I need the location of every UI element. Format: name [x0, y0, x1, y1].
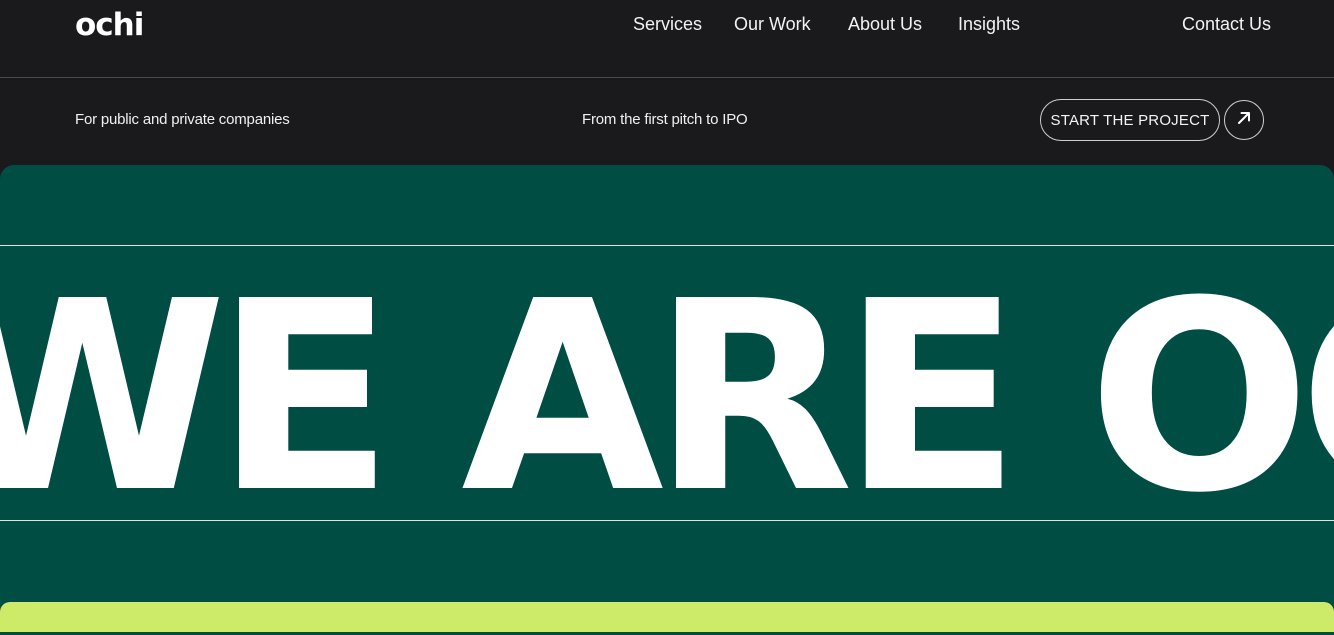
marquee-text: WE ARE OCHI: [0, 245, 1334, 550]
marquee-bottom-divider: [0, 520, 1334, 521]
nav-link-insights[interactable]: Insights: [958, 13, 1020, 35]
ochi-logo[interactable]: ochi: [75, 8, 144, 42]
next-section-edge: [0, 602, 1334, 632]
nav-link-about-us[interactable]: About Us: [848, 13, 922, 35]
start-project-button[interactable]: START THE PROJECT: [1040, 99, 1220, 141]
nav-link-our-work[interactable]: Our Work: [734, 13, 811, 35]
hero-marquee-section: WE ARE OCHI: [0, 165, 1334, 635]
start-project-arrow-button[interactable]: [1224, 100, 1264, 140]
scope-tagline: From the first pitch to IPO: [582, 111, 748, 128]
audience-tagline: For public and private companies: [75, 111, 290, 128]
nav-link-contact-us[interactable]: Contact Us: [1182, 13, 1271, 35]
arrow-up-right-icon: [1236, 110, 1252, 131]
top-navigation: ochi Services Our Work About Us Insights…: [0, 0, 1334, 78]
nav-link-services[interactable]: Services: [633, 13, 702, 35]
